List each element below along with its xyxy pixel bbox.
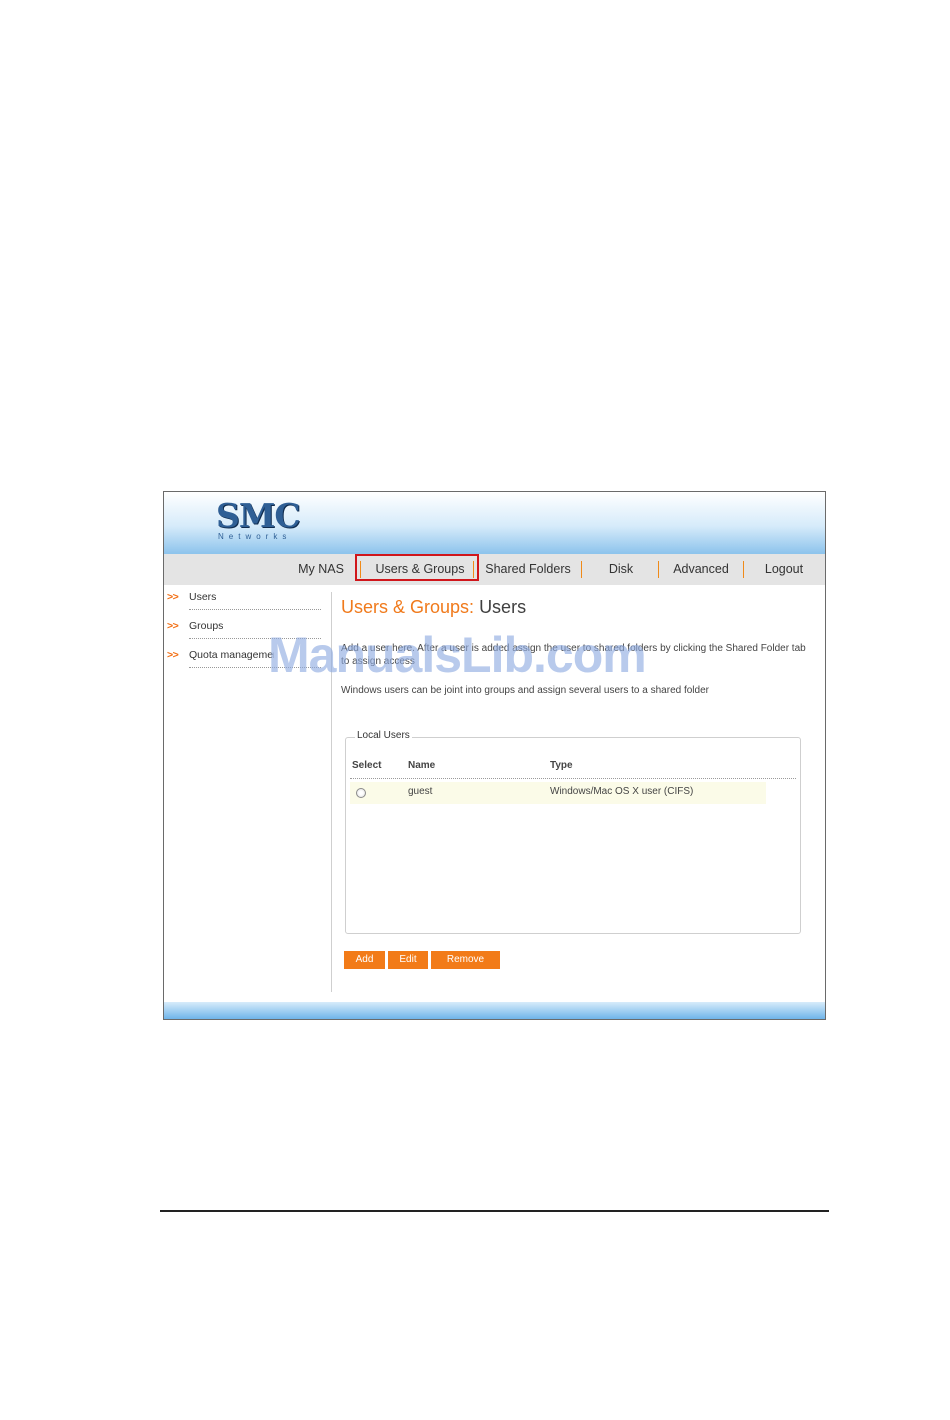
header-divider xyxy=(350,778,796,779)
remove-button[interactable]: Remove xyxy=(431,951,500,969)
footer-bar xyxy=(164,1002,825,1019)
page-title-page: Users xyxy=(479,597,527,617)
logo-subtext: Networks xyxy=(218,532,292,541)
divider xyxy=(189,609,321,610)
arrow-icon: >> xyxy=(167,620,179,632)
page-rule xyxy=(160,1210,829,1212)
nav-my-nas[interactable]: My NAS xyxy=(294,554,348,585)
sidebar-item-label: Quota management xyxy=(189,649,274,661)
nav-selection-highlight xyxy=(355,554,479,581)
sidebar-item-label: Users xyxy=(189,591,217,603)
column-header-type: Type xyxy=(550,760,573,771)
sidebar-item-users[interactable]: >> Users xyxy=(164,585,324,615)
nav-separator xyxy=(658,561,659,578)
column-header-select: Select xyxy=(352,760,382,771)
column-header-name: Name xyxy=(408,760,436,771)
select-radio[interactable] xyxy=(356,788,366,798)
nav-shared-folders[interactable]: Shared Folders xyxy=(482,554,574,585)
nav-separator xyxy=(581,561,582,578)
arrow-icon: >> xyxy=(167,649,179,661)
main-nav: My NAS Users & Groups Shared Folders Dis… xyxy=(164,554,825,585)
watermark: ManualsLib.com xyxy=(268,627,647,683)
logo-text: SMC xyxy=(216,496,301,535)
nav-advanced[interactable]: Advanced xyxy=(668,554,734,585)
description-text-groups: Windows users can be joint into groups a… xyxy=(341,685,709,696)
nav-separator xyxy=(743,561,744,578)
page-title-section: Users & Groups: xyxy=(341,597,475,617)
nas-web-ui-screenshot: SMC Networks My NAS Users & Groups Share… xyxy=(163,491,826,1020)
arrow-icon: >> xyxy=(167,591,179,603)
table-row[interactable]: guest Windows/Mac OS X user (CIFS) xyxy=(350,782,766,804)
nav-logout[interactable]: Logout xyxy=(756,554,812,585)
user-type-cell: Windows/Mac OS X user (CIFS) xyxy=(550,786,694,797)
header-banner: SMC Networks xyxy=(164,492,825,554)
add-button[interactable]: Add xyxy=(344,951,385,969)
page-title: Users & Groups: Users xyxy=(341,597,526,618)
smc-logo: SMC Networks xyxy=(216,496,316,542)
local-users-panel: Local Users Select Name Type guest Windo… xyxy=(345,730,801,934)
user-name-cell: guest xyxy=(408,786,433,797)
local-users-legend: Local Users xyxy=(355,730,412,741)
nav-disk[interactable]: Disk xyxy=(598,554,644,585)
edit-button[interactable]: Edit xyxy=(388,951,428,969)
sidebar-item-label: Groups xyxy=(189,620,224,632)
